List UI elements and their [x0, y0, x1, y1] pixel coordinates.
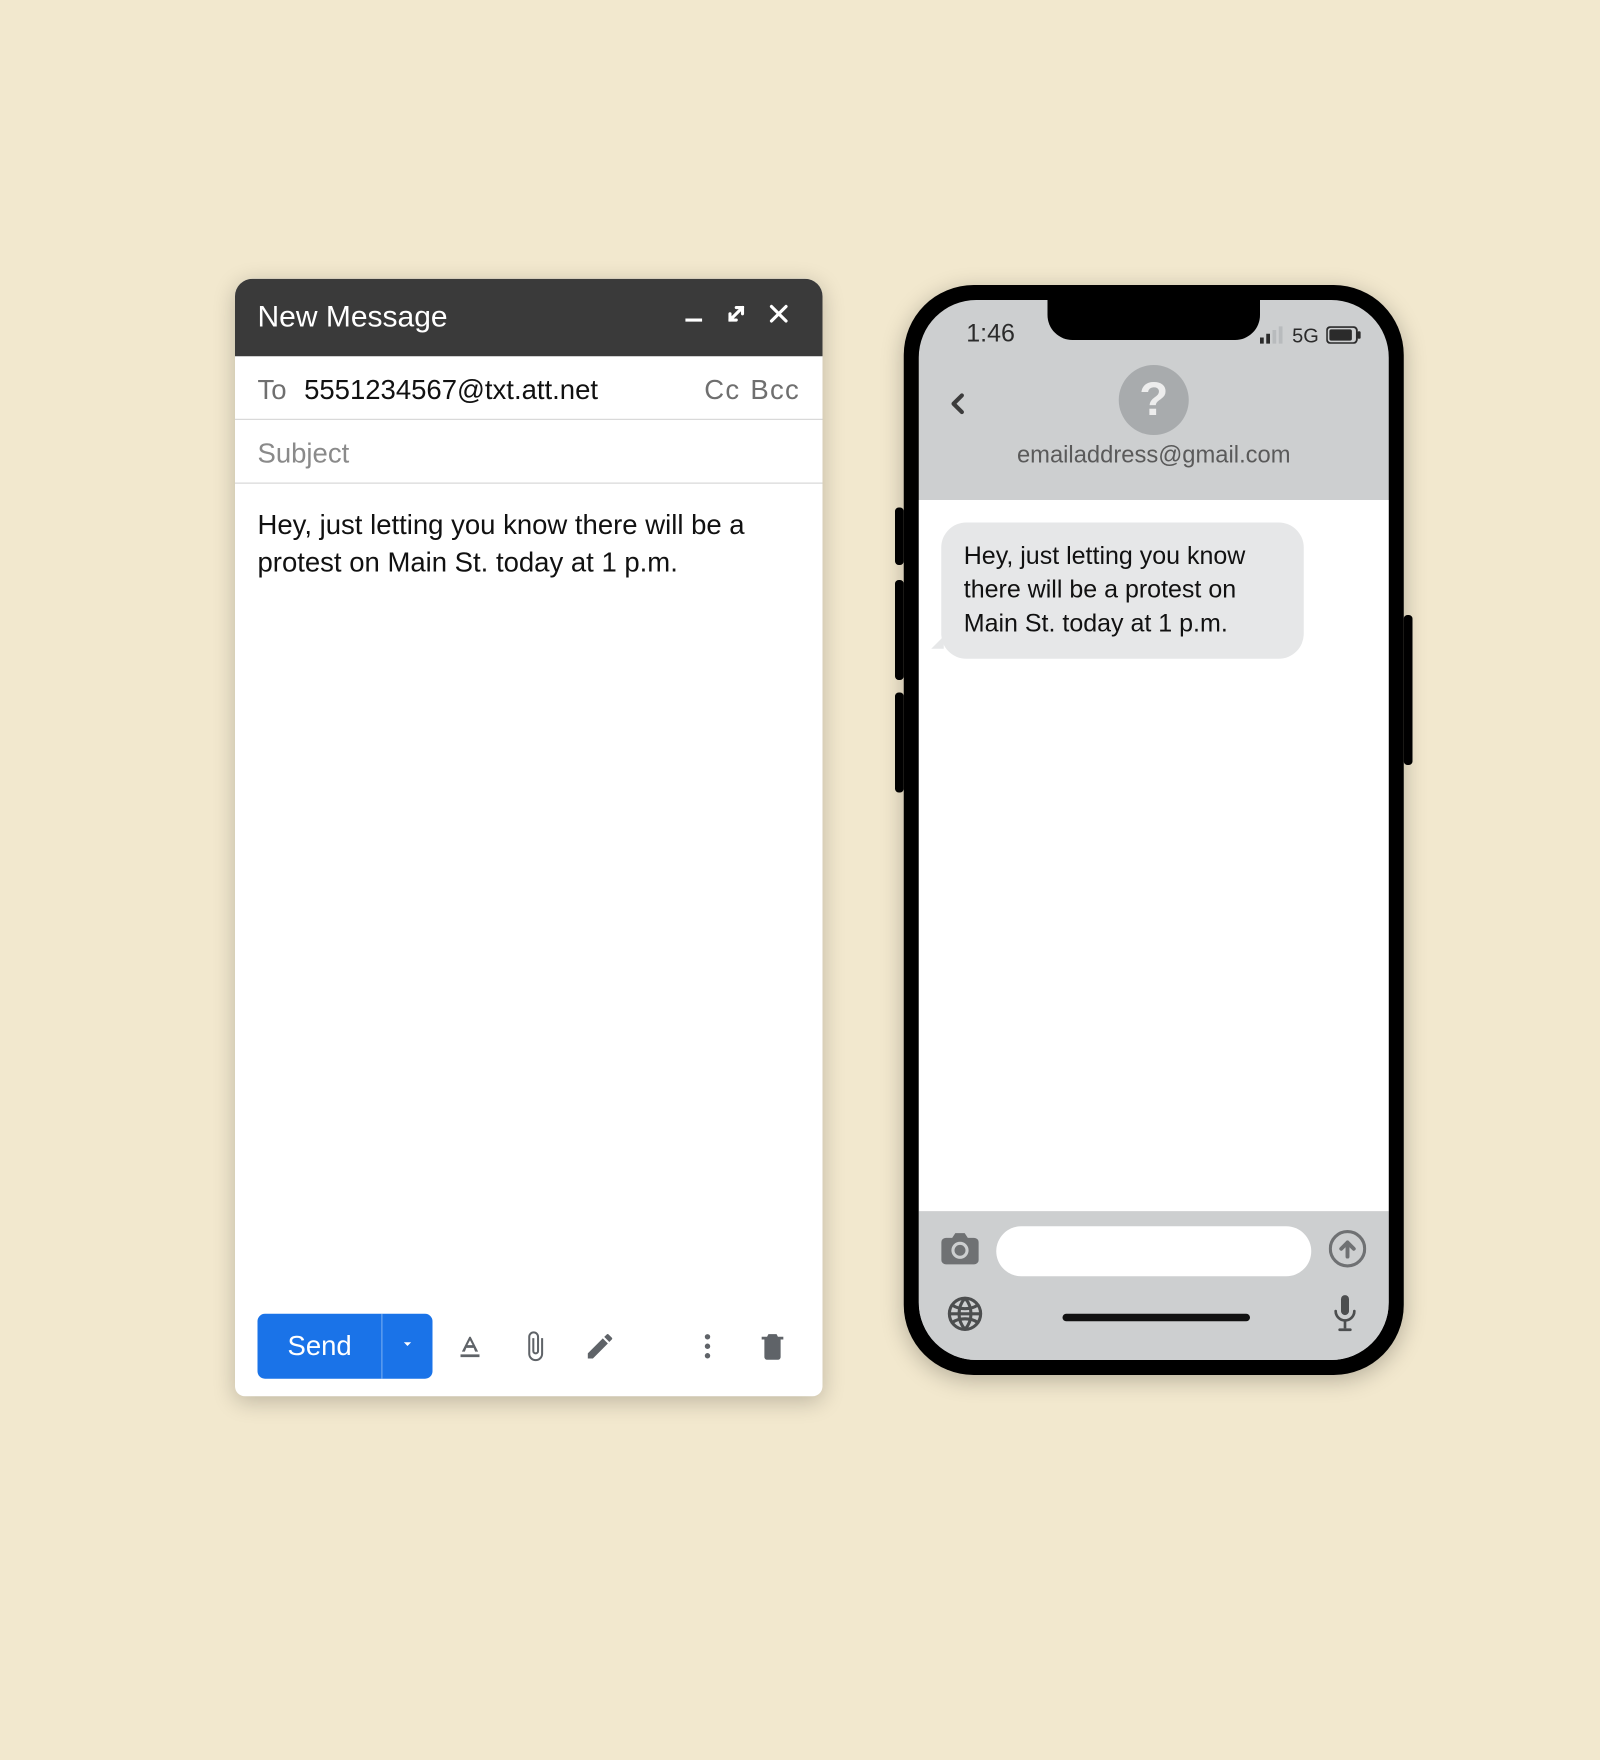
to-field-row[interactable]: To 5551234567@txt.att.net Cc Bcc	[235, 356, 823, 420]
message-bubble: Hey, just letting you know there will be…	[941, 523, 1304, 659]
bcc-button[interactable]: Bcc	[750, 374, 800, 407]
subject-field-row[interactable]: Subject	[235, 420, 823, 484]
minimize-icon[interactable]	[673, 300, 716, 335]
close-icon[interactable]	[758, 300, 801, 335]
message-text: Hey, just letting you know there will be…	[964, 543, 1246, 638]
to-value: 5551234567@txt.att.net	[304, 374, 704, 407]
format-text-icon[interactable]	[443, 1319, 498, 1374]
compose-title: New Message	[258, 300, 673, 335]
phone-side-button	[895, 508, 904, 566]
delete-draft-icon[interactable]	[745, 1319, 800, 1374]
expand-icon[interactable]	[715, 300, 758, 335]
network-label: 5G	[1292, 326, 1319, 349]
compose-toolbar: Send	[235, 1296, 823, 1396]
more-options-icon[interactable]	[680, 1319, 735, 1374]
message-input[interactable]	[996, 1226, 1311, 1276]
globe-icon[interactable]	[946, 1295, 984, 1339]
send-message-icon[interactable]	[1329, 1229, 1367, 1273]
phone-side-button	[895, 693, 904, 793]
back-chevron-icon[interactable]	[946, 385, 971, 429]
messages-area[interactable]: Hey, just letting you know there will be…	[919, 500, 1389, 1211]
status-time: 1:46	[966, 320, 1015, 349]
phone-notch	[1048, 300, 1261, 340]
phone-frame: 1:46 5G ? emailaddress	[904, 285, 1404, 1375]
cellular-signal-icon	[1260, 323, 1285, 352]
to-label: To	[258, 374, 287, 407]
send-label: Send	[258, 1314, 383, 1379]
send-options-caret-icon[interactable]	[383, 1334, 433, 1358]
phone-side-button	[1404, 615, 1413, 765]
microphone-icon[interactable]	[1329, 1294, 1362, 1340]
attach-file-icon[interactable]	[508, 1319, 563, 1374]
compose-window: New Message To 5551234567@txt.att.net Cc…	[235, 279, 823, 1397]
message-input-tray	[919, 1211, 1389, 1360]
conversation-header: ? emailaddress@gmail.com	[919, 360, 1389, 500]
contact-avatar[interactable]: ?	[1119, 365, 1189, 435]
subject-placeholder: Subject	[258, 438, 350, 471]
phone-screen: 1:46 5G ? emailaddress	[919, 300, 1389, 1360]
drawing-icon[interactable]	[573, 1319, 628, 1374]
contact-email: emailaddress@gmail.com	[919, 443, 1389, 471]
compose-body[interactable]: Hey, just letting you know there will be…	[235, 484, 823, 1297]
home-indicator[interactable]	[1063, 1313, 1251, 1321]
cc-button[interactable]: Cc	[704, 374, 740, 407]
avatar-placeholder-icon: ?	[1139, 373, 1168, 427]
send-button[interactable]: Send	[258, 1314, 433, 1379]
camera-icon[interactable]	[941, 1232, 979, 1271]
phone-side-button	[895, 580, 904, 680]
battery-icon	[1326, 323, 1361, 352]
compose-header: New Message	[235, 279, 823, 357]
